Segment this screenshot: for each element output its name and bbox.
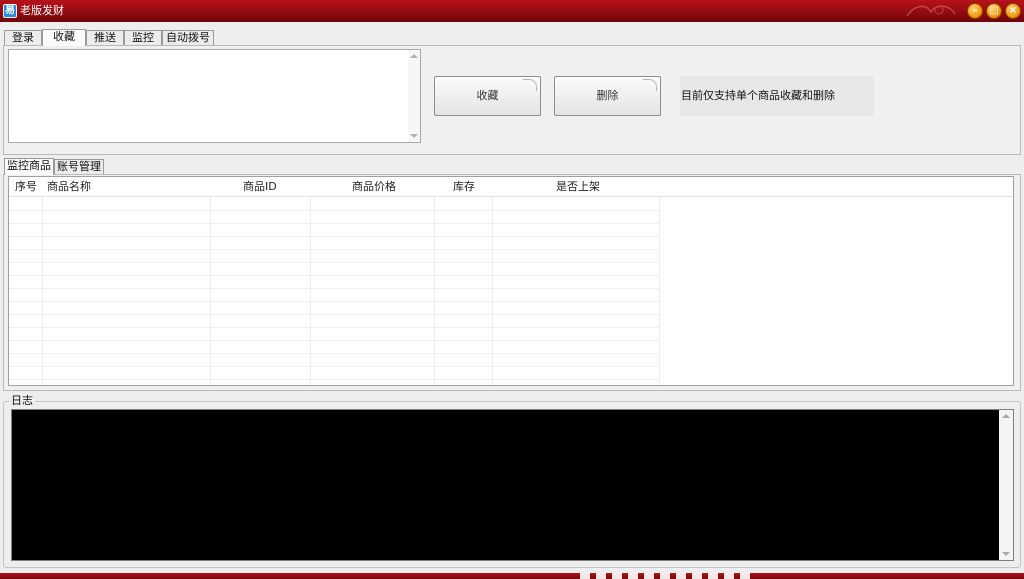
close-icon: × xyxy=(1008,5,1018,16)
main-tabstrip: 登录 收藏 推送 监控 自动拨号 xyxy=(4,29,224,46)
app-window: 易 老版发财 – □ × 登录 收藏 推送 监控 自动拨号 收藏 删除 目前仅支… xyxy=(0,0,1024,579)
tab-account-management[interactable]: 账号管理 xyxy=(54,159,104,174)
app-icon: 易 xyxy=(3,4,17,18)
row-divider xyxy=(9,288,659,289)
column-header-stock[interactable]: 库存 xyxy=(453,177,475,197)
close-button[interactable]: × xyxy=(1005,3,1021,19)
sub-tabstrip: 监控商品 账号管理 xyxy=(4,158,114,175)
column-header-index[interactable]: 序号 xyxy=(15,177,37,197)
row-divider xyxy=(9,314,659,315)
maximize-button[interactable]: □ xyxy=(986,3,1002,19)
delete-button-label: 删除 xyxy=(596,89,619,102)
column-divider xyxy=(310,197,311,385)
row-divider xyxy=(9,223,659,224)
scroll-up-icon[interactable] xyxy=(410,54,418,58)
tab-monitored-products[interactable]: 监控商品 xyxy=(4,158,54,175)
column-header-name[interactable]: 商品名称 xyxy=(47,177,91,197)
column-divider xyxy=(434,197,435,385)
title-bar[interactable]: 易 老版发财 – □ × xyxy=(0,0,1024,22)
favorites-input[interactable] xyxy=(8,49,421,143)
scroll-down-icon[interactable] xyxy=(1002,552,1010,556)
row-divider xyxy=(9,210,659,211)
column-header-price[interactable]: 商品价格 xyxy=(352,177,396,197)
row-divider xyxy=(9,340,659,341)
favorites-input-value xyxy=(9,50,420,54)
row-divider xyxy=(9,236,659,237)
favorites-input-scrollbar[interactable] xyxy=(408,50,420,142)
tab-monitor[interactable]: 监控 xyxy=(124,30,162,45)
background-watermark xyxy=(580,573,750,579)
column-divider xyxy=(492,197,493,385)
minimize-icon: – xyxy=(972,5,978,16)
log-scrollbar[interactable] xyxy=(999,410,1013,560)
delete-button[interactable]: 删除 xyxy=(554,76,661,116)
row-divider xyxy=(9,275,659,276)
row-divider xyxy=(9,249,659,250)
favorites-notice: 目前仅支持单个商品收藏和删除 xyxy=(680,76,874,116)
row-divider xyxy=(9,327,659,328)
column-divider xyxy=(210,197,211,385)
products-table[interactable]: 序号 商品名称 商品ID 商品价格 库存 是否上架 xyxy=(8,176,1014,386)
tab-auto-dial[interactable]: 自动拨号 xyxy=(162,30,214,45)
row-divider xyxy=(9,379,659,380)
row-divider xyxy=(9,353,659,354)
collect-button-label: 收藏 xyxy=(476,89,499,102)
bottom-border xyxy=(0,573,1024,579)
table-header: 序号 商品名称 商品ID 商品价格 库存 是否上架 xyxy=(9,177,1013,197)
log-label: 日志 xyxy=(9,394,35,407)
tab-login[interactable]: 登录 xyxy=(4,30,42,45)
window-title: 老版发财 xyxy=(20,4,64,17)
column-divider xyxy=(659,197,660,385)
column-divider xyxy=(42,197,43,385)
log-output[interactable] xyxy=(11,409,1014,561)
collect-button[interactable]: 收藏 xyxy=(434,76,541,116)
tab-favorites[interactable]: 收藏 xyxy=(42,29,86,46)
row-divider xyxy=(9,301,659,302)
row-divider xyxy=(9,262,659,263)
minimize-button[interactable]: – xyxy=(967,3,983,19)
swirl-ornament-icon xyxy=(643,79,657,91)
maximize-icon: □ xyxy=(989,5,999,16)
log-content xyxy=(12,410,1013,414)
row-divider xyxy=(9,366,659,367)
column-header-listed[interactable]: 是否上架 xyxy=(556,177,600,197)
column-header-id[interactable]: 商品ID xyxy=(243,177,277,197)
tab-push[interactable]: 推送 xyxy=(86,30,124,45)
scroll-down-icon[interactable] xyxy=(410,134,418,138)
cloud-ornament-icon xyxy=(906,5,956,17)
scroll-up-icon[interactable] xyxy=(1002,414,1010,418)
swirl-ornament-icon xyxy=(523,79,537,91)
